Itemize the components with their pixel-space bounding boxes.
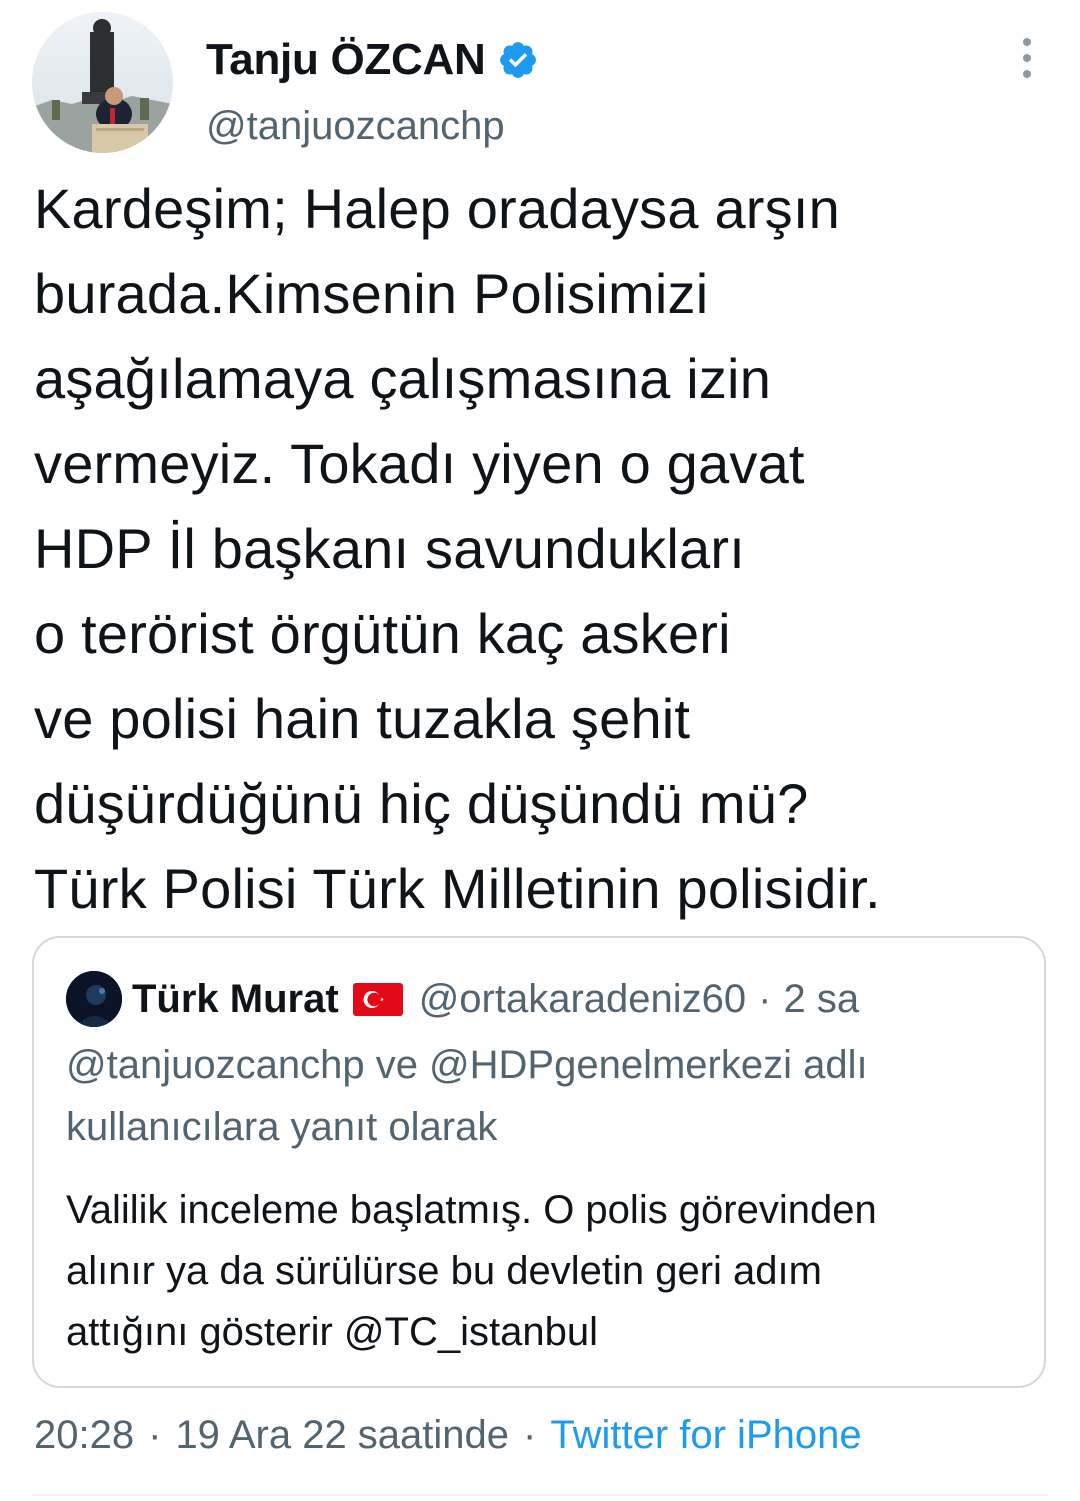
quoted-text-line: alınır ya da sürülürse bu devletin geri … (66, 1249, 822, 1293)
tweet-date[interactable]: 19 Ara 22 saatinde (175, 1413, 509, 1458)
reply-context-line: @tanjuozcanchp ve @HDPgenelmerkezi adlı (66, 1043, 868, 1087)
reply-context: @tanjuozcanchp ve @HDPgenelmerkezi adlı … (66, 1034, 868, 1158)
meta-separator: · (148, 1412, 162, 1457)
turkey-flag-icon (352, 982, 403, 1016)
author-handle[interactable]: @tanjuozcanchp (206, 104, 505, 149)
tweet-text: Kardeşim; Halep oradaysa arşın burada.Ki… (34, 166, 1049, 931)
quoted-author-handle[interactable]: @ortakaradeniz60 (419, 977, 746, 1022)
tweet-text-line: aşağılamaya çalışmasına izin (34, 347, 772, 410)
author-avatar[interactable] (32, 12, 173, 153)
tweet-text-line: o terörist örgütün kaç askeri (34, 602, 731, 665)
quoted-separator: · (758, 976, 772, 1021)
quoted-tweet-time[interactable]: 2 sa (783, 977, 859, 1022)
quoted-author-name[interactable]: Türk Murat (132, 977, 339, 1022)
tweet-text-line: burada.Kimsenin Polisimizi (34, 262, 709, 325)
bottom-divider (32, 1494, 1048, 1496)
verified-badge-icon (500, 42, 537, 78)
tweet-text-line: ve polisi hain tuzakla şehit (34, 687, 691, 750)
quoted-text-line: Valilik inceleme başlatmış. O polis göre… (66, 1188, 877, 1232)
author-name-row[interactable]: Tanju ÖZCAN (206, 30, 539, 90)
reply-context-line: kullanıcılara yanıt olarak (66, 1105, 498, 1149)
quoted-text-line: attığını gösterir @TC_istanbul (66, 1310, 598, 1354)
author-display-name[interactable]: Tanju ÖZCAN (206, 35, 486, 85)
tweet-header: Tanju ÖZCAN @tanjuozcanchp (32, 12, 1052, 157)
more-options-icon[interactable] (1020, 38, 1034, 78)
quoted-author-avatar[interactable] (66, 971, 122, 1027)
tweet-text-line: Türk Polisi Türk Milletinin polisidir. (34, 857, 881, 920)
quoted-tweet-header: Türk Murat @ortakaradeniz60 · 2 sa (66, 970, 859, 1028)
quoted-tweet-card[interactable]: Türk Murat @ortakaradeniz60 · 2 sa @tanj… (32, 936, 1046, 1388)
tweet-text-line: HDP İl başkanı savundukları (34, 517, 745, 580)
tweet-source-link[interactable]: Twitter for iPhone (550, 1413, 861, 1458)
meta-separator: · (523, 1412, 537, 1457)
tweet-text-line: vermeyiz. Tokadı yiyen o gavat (34, 432, 805, 495)
tweet-text-line: Kardeşim; Halep oradaysa arşın (34, 177, 840, 240)
tweet-text-line: düşürdüğünü hiç düşündü mü? (34, 772, 809, 835)
tweet-meta: 20:28 · 19 Ara 22 saatinde · Twitter for… (34, 1404, 862, 1466)
tweet-time[interactable]: 20:28 (34, 1413, 134, 1458)
quoted-tweet-text: Valilik inceleme başlatmış. O polis göre… (66, 1180, 877, 1363)
